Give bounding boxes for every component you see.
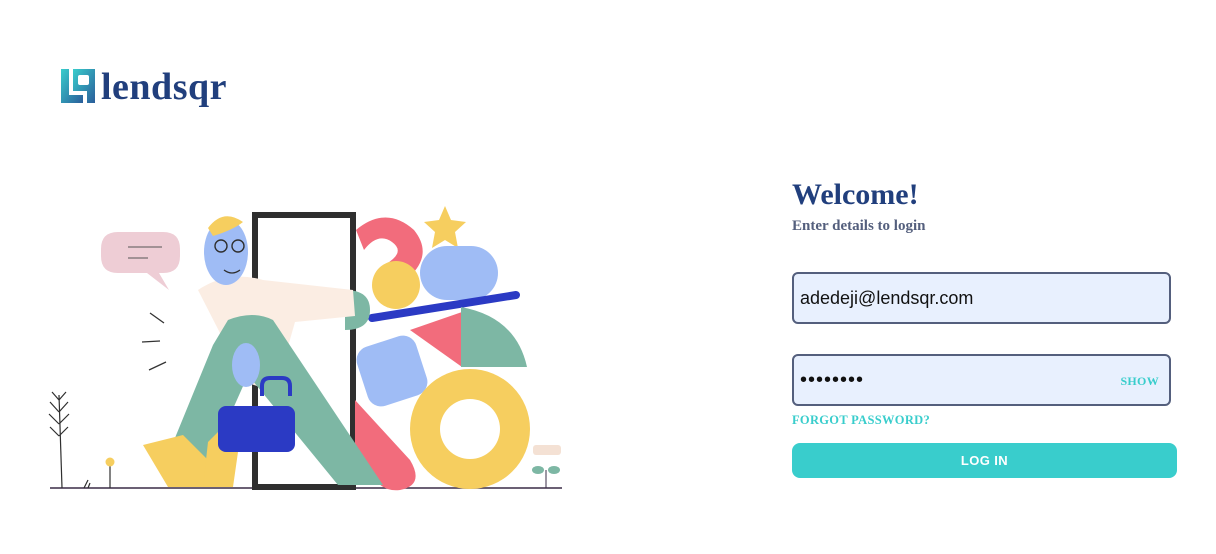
email-field[interactable]: [792, 272, 1171, 324]
login-button[interactable]: LOG IN: [792, 443, 1177, 478]
password-input[interactable]: [800, 356, 1100, 404]
person-walking-through-door-illustration: [48, 206, 562, 491]
forgot-password-link[interactable]: FORGOT PASSWORD?: [792, 413, 930, 428]
welcome-title: Welcome!: [792, 178, 919, 211]
email-input[interactable]: [800, 274, 1163, 322]
password-field[interactable]: SHOW: [792, 354, 1171, 406]
lendsqr-logo-icon: [61, 69, 95, 103]
show-password-toggle[interactable]: SHOW: [1120, 374, 1159, 389]
brand-logo: lendsqr: [61, 66, 227, 106]
brand-name: lendsqr: [101, 66, 227, 108]
login-subtitle: Enter details to login: [792, 218, 926, 234]
